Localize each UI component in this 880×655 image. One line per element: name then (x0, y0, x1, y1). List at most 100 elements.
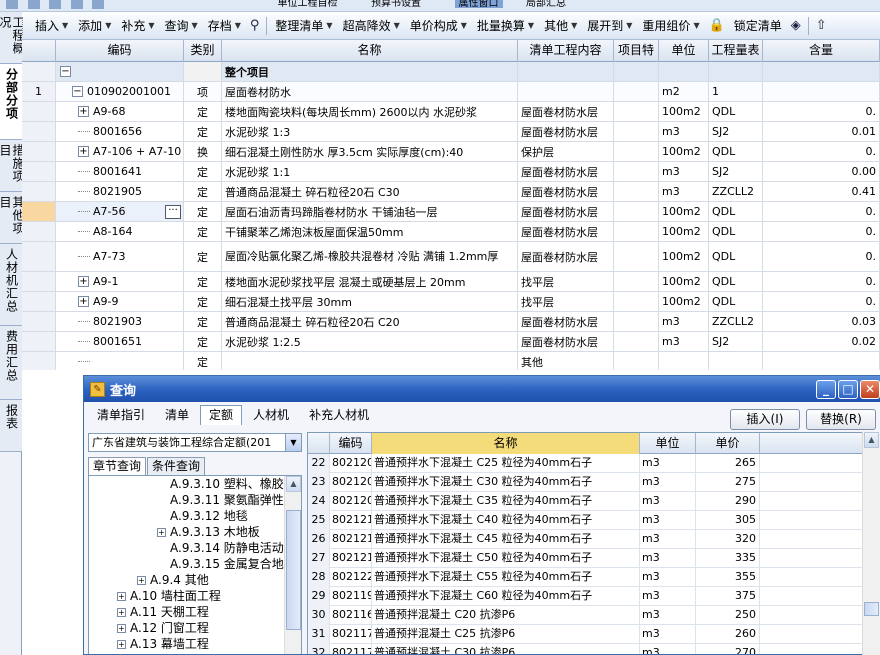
result-code-cell[interactable]: 802120 (330, 473, 372, 492)
result-code-cell[interactable]: 802121 (330, 511, 372, 530)
scroll-up-icon[interactable]: ▲ (286, 476, 301, 492)
name-cell[interactable]: 水泥砂浆 1:3 (222, 122, 518, 141)
result-unit-cell[interactable]: m3 (640, 587, 696, 606)
amount-cell[interactable]: 0. (763, 222, 880, 241)
unit-cell[interactable]: m3 (659, 162, 709, 181)
collapse-icon[interactable]: − (72, 86, 83, 97)
result-column-header-2[interactable]: 名称 (372, 433, 640, 454)
tree-node[interactable]: A.9.3.11 聚氨酯弹性 (157, 492, 284, 508)
qty-expression-cell[interactable]: ZZCLL2 (709, 312, 763, 331)
content-cell[interactable]: 保护层 (518, 142, 614, 161)
ellipsis-icon[interactable]: ··· (165, 204, 181, 219)
result-price-cell[interactable]: 355 (696, 568, 760, 587)
unit-cell[interactable]: 100m2 (659, 272, 709, 291)
column-header-1[interactable]: 编码 (56, 40, 184, 62)
tree-node[interactable]: A.9.3.15 金属复合地 (157, 556, 284, 572)
feature-cell[interactable] (614, 82, 659, 101)
result-unit-cell[interactable]: m3 (640, 568, 696, 587)
amount-cell[interactable] (763, 352, 880, 370)
code-cell[interactable]: −010902001001 (56, 82, 184, 101)
result-code-cell[interactable]: 802116 (330, 606, 372, 625)
side-tab-1[interactable]: 工程概况 (0, 12, 25, 64)
unit-cell[interactable]: 100m2 (659, 142, 709, 161)
result-code-cell[interactable]: 802119 (330, 587, 372, 606)
search-tab-2[interactable]: 条件查询 (147, 457, 206, 475)
feature-cell[interactable] (614, 122, 659, 141)
tree-scroll-thumb[interactable] (286, 510, 301, 630)
result-price-cell[interactable]: 305 (696, 511, 760, 530)
tree-node[interactable]: A.9.3.14 防静电活动 (157, 540, 284, 556)
result-name-cell[interactable]: 普通预拌水下混凝土 C25 粒径为40mm石子 (372, 454, 640, 473)
amount-cell[interactable]: 0. (763, 102, 880, 121)
dialog-tab-5[interactable]: 补充人材机 (300, 405, 378, 425)
qty-expression-cell[interactable]: QDL (709, 242, 763, 271)
type-cell[interactable]: 定 (184, 202, 222, 221)
name-cell[interactable]: 普通商品混凝土 碎石粒径20石 C20 (222, 312, 518, 331)
feature-cell[interactable] (614, 312, 659, 331)
content-cell[interactable]: 屋面卷材防水层 (518, 122, 614, 141)
quota-library-select[interactable]: 广东省建筑与装饰工程综合定额(201 ▼ (88, 433, 302, 452)
code-cell[interactable]: A8-164 (56, 222, 184, 241)
save-icon[interactable] (49, 0, 61, 9)
grid-row[interactable]: 8001641 定水泥砂浆 1:1 屋面卷材防水层 m3 SJ2 0.00 (22, 162, 880, 182)
name-cell[interactable] (222, 352, 518, 370)
amount-cell[interactable]: 0.00 (763, 162, 880, 181)
redo-icon[interactable] (92, 0, 104, 9)
result-price-cell[interactable]: 275 (696, 473, 760, 492)
content-cell[interactable]: 屋面卷材防水层 (518, 222, 614, 241)
type-cell[interactable] (184, 62, 222, 81)
insert-button[interactable]: 插入(I) (730, 409, 800, 430)
content-cell[interactable]: 找平层 (518, 272, 614, 291)
feature-cell[interactable] (614, 62, 659, 81)
unit-cell[interactable]: 100m2 (659, 222, 709, 241)
qty-expression-cell[interactable]: SJ2 (709, 162, 763, 181)
result-row[interactable]: 28 802122 普通预拌水下混凝土 C55 粒径为40mm石子 m3 355 (308, 568, 880, 587)
amount-cell[interactable]: 0. (763, 142, 880, 161)
maximize-icon[interactable]: □ (838, 380, 858, 399)
result-row[interactable]: 22 802120 普通预拌水下混凝土 C25 粒径为40mm石子 m3 265 (308, 454, 880, 473)
name-cell[interactable]: 屋面石油沥青玛蹄脂卷材防水 干铺油毡一层 (222, 202, 518, 221)
result-unit-cell[interactable]: m3 (640, 644, 696, 654)
replace-button[interactable]: 替换(R) (806, 409, 876, 430)
feature-cell[interactable] (614, 222, 659, 241)
result-row[interactable]: 29 802119 普通预拌水下混凝土 C60 粒径为40mm石子 m3 375 (308, 587, 880, 606)
content-cell[interactable] (518, 82, 614, 101)
result-row[interactable]: 31 802117 普通预拌混凝土 C25 抗渗P6 m3 260 (308, 625, 880, 644)
toolbar-button-6[interactable]: 整理清单 ▼ (270, 15, 337, 37)
unit-cell[interactable]: m3 (659, 122, 709, 141)
name-cell[interactable]: 细石混凝土刚性防水 厚3.5cm 实际厚度(cm):40 (222, 142, 518, 161)
qty-expression-cell[interactable]: 1 (709, 82, 763, 101)
grid-row[interactable]: − 整个项目 (22, 62, 880, 82)
type-cell[interactable]: 定 (184, 292, 222, 311)
grid-row[interactable]: 1−010902001001 项屋面卷材防水 m2 1 (22, 82, 880, 102)
amount-cell[interactable]: 0. (763, 272, 880, 291)
result-price-cell[interactable]: 335 (696, 549, 760, 568)
type-cell[interactable]: 定 (184, 102, 222, 121)
name-cell[interactable]: 屋面卷材防水 (222, 82, 518, 101)
toolbar-grip[interactable] (22, 16, 26, 35)
result-name-cell[interactable]: 普通预拌水下混凝土 C40 粒径为40mm石子 (372, 511, 640, 530)
type-cell[interactable]: 定 (184, 312, 222, 331)
content-cell[interactable]: 其他 (518, 352, 614, 370)
name-cell[interactable]: 干铺聚苯乙烯泡沫板屋面保温50mm (222, 222, 518, 241)
close-icon[interactable]: ✕ (860, 380, 880, 399)
unit-cell[interactable]: 100m2 (659, 202, 709, 221)
tree-node[interactable]: A.9.3.10 塑料、橡胶 (157, 476, 284, 492)
name-cell[interactable]: 楼地面陶瓷块料(每块周长mm) 2600以内 水泥砂浆 (222, 102, 518, 121)
type-cell[interactable]: 定 (184, 242, 222, 271)
feature-cell[interactable] (614, 292, 659, 311)
content-cell[interactable]: 屋面卷材防水层 (518, 242, 614, 271)
unit-cell[interactable] (659, 62, 709, 81)
toolbar-button-11[interactable]: 展开到 ▼ (582, 15, 637, 37)
feature-cell[interactable] (614, 162, 659, 181)
qty-expression-cell[interactable]: ZZCLL2 (709, 182, 763, 201)
result-price-cell[interactable]: 270 (696, 644, 760, 654)
grid-row[interactable]: A7-73 定屋面冷贴氯化聚乙烯-橡胶共混卷材 冷贴 满铺 1.2mm厚 屋面卷材防… (22, 242, 880, 272)
content-cell[interactable]: 屋面卷材防水层 (518, 332, 614, 351)
result-price-cell[interactable]: 320 (696, 530, 760, 549)
expand-icon[interactable]: + (117, 623, 126, 633)
scroll-up-icon[interactable]: ▲ (864, 432, 879, 448)
grid-row[interactable]: A8-164 定干铺聚苯乙烯泡沫板屋面保温50mm 屋面卷材防水层 100m2 QDL 0… (22, 222, 880, 242)
amount-cell[interactable]: 0. (763, 202, 880, 221)
expand-icon[interactable]: + (78, 106, 89, 117)
